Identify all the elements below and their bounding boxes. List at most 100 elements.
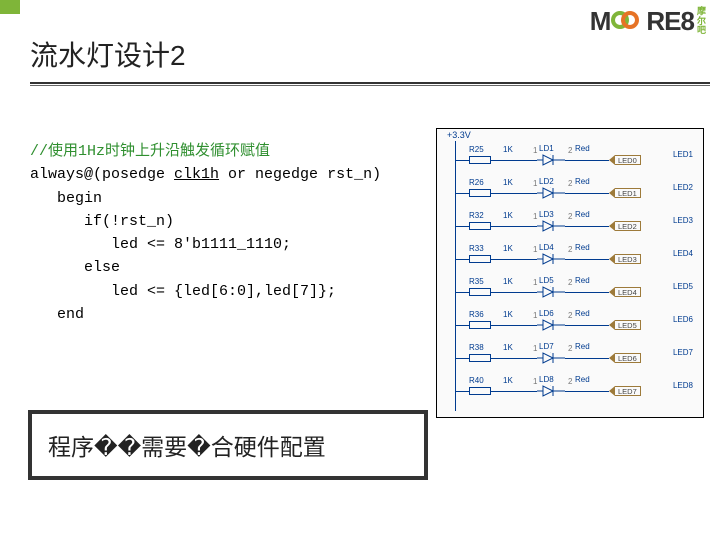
led-diode-icon xyxy=(537,286,565,298)
led-end-label: LED5 xyxy=(673,282,693,291)
resistor-label: R26 xyxy=(469,178,484,187)
net-label: LED4 xyxy=(609,287,641,297)
pin-2: 2 xyxy=(568,179,572,188)
logo-re8: RE8 xyxy=(646,6,694,37)
pin-2: 2 xyxy=(568,311,572,320)
diode-label: LD8 xyxy=(539,375,554,384)
led-diode-icon xyxy=(537,253,565,265)
resistor-label: R36 xyxy=(469,310,484,319)
net-label: LED1 xyxy=(609,188,641,198)
logo-rings xyxy=(611,9,645,35)
resistor xyxy=(469,222,491,230)
pin-2: 2 xyxy=(568,212,572,221)
red-label: Red xyxy=(575,276,590,285)
resistor-label: R25 xyxy=(469,145,484,154)
pin-2: 2 xyxy=(568,245,572,254)
title-rule-2 xyxy=(30,85,710,86)
code-line-7: end xyxy=(30,306,84,323)
led-diode-icon xyxy=(537,385,565,397)
resistor xyxy=(469,156,491,164)
title-rule-1 xyxy=(30,82,710,84)
code-line-1c: or negedge rst_n) xyxy=(219,166,381,183)
diode-label: LD5 xyxy=(539,276,554,285)
resistor-label: R32 xyxy=(469,211,484,220)
code-comment: //使用1Hz时钟上升沿触发循环赋值 xyxy=(30,143,270,160)
resistor-value: 1K xyxy=(503,145,513,154)
red-label: Red xyxy=(575,144,590,153)
pin-2: 2 xyxy=(568,146,572,155)
diode-label: LD4 xyxy=(539,243,554,252)
schematic-row: R381K1LD72RedLED6LED7 xyxy=(455,347,697,371)
net-label: LED3 xyxy=(609,254,641,264)
title-block: 流水灯设计2 xyxy=(30,34,720,86)
pin-2: 2 xyxy=(568,377,572,386)
resistor xyxy=(469,354,491,362)
net-label: LED2 xyxy=(609,221,641,231)
resistor xyxy=(469,321,491,329)
schematic-row: R401K1LD82RedLED7LED8 xyxy=(455,380,697,404)
code-line-1a: always@(posedge xyxy=(30,166,174,183)
schematic-row: R251K1LD12RedLED0LED1 xyxy=(455,149,697,173)
resistor xyxy=(469,255,491,263)
resistor-label: R35 xyxy=(469,277,484,286)
led-diode-icon xyxy=(537,154,565,166)
pin-2: 2 xyxy=(568,344,572,353)
diode-label: LD1 xyxy=(539,144,554,153)
resistor-label: R40 xyxy=(469,376,484,385)
callout-text: 程序��需要�合硬件配置 xyxy=(48,428,408,462)
red-label: Red xyxy=(575,309,590,318)
code-line-6: led <= {led[6:0],led[7]}; xyxy=(30,283,336,300)
diode-label: LD7 xyxy=(539,342,554,351)
code-block: //使用1Hz时钟上升沿触发循环赋值 always@(posedge clk1h… xyxy=(30,140,381,326)
schematic-row: R331K1LD42RedLED3LED4 xyxy=(455,248,697,272)
code-line-3: if(!rst_n) xyxy=(30,213,174,230)
resistor-label: R33 xyxy=(469,244,484,253)
resistor-label: R38 xyxy=(469,343,484,352)
red-label: Red xyxy=(575,375,590,384)
code-line-4: led <= 8'b1111_1110; xyxy=(30,236,291,253)
diode-label: LD2 xyxy=(539,177,554,186)
led-end-label: LED4 xyxy=(673,249,693,258)
led-end-label: LED8 xyxy=(673,381,693,390)
led-end-label: LED2 xyxy=(673,183,693,192)
led-diode-icon xyxy=(537,319,565,331)
pin-2: 2 xyxy=(568,278,572,287)
slide-title: 流水灯设计2 xyxy=(30,34,720,74)
callout-box: 程序��需要�合硬件配置 xyxy=(28,410,428,480)
logo: M RE8 摩 尔 吧 xyxy=(590,6,706,37)
led-end-label: LED6 xyxy=(673,315,693,324)
schematic-row: R321K1LD32RedLED2LED3 xyxy=(455,215,697,239)
resistor-value: 1K xyxy=(503,244,513,253)
resistor-value: 1K xyxy=(503,343,513,352)
led-diode-icon xyxy=(537,187,565,199)
led-diode-icon xyxy=(537,352,565,364)
resistor xyxy=(469,189,491,197)
code-clk: clk1h xyxy=(174,166,219,183)
resistor-value: 1K xyxy=(503,277,513,286)
red-label: Red xyxy=(575,342,590,351)
logo-m: M xyxy=(590,6,611,37)
net-label: LED5 xyxy=(609,320,641,330)
diode-label: LD3 xyxy=(539,210,554,219)
schematic-row: R361K1LD62RedLED5LED6 xyxy=(455,314,697,338)
logo-cn: 摩 尔 吧 xyxy=(697,7,706,35)
resistor xyxy=(469,288,491,296)
schematic: +3.3V R251K1LD12RedLED0LED1R261K1LD22Red… xyxy=(436,128,704,418)
red-label: Red xyxy=(575,210,590,219)
vcc-label: +3.3V xyxy=(447,130,471,140)
code-line-5: else xyxy=(30,259,120,276)
resistor-value: 1K xyxy=(503,211,513,220)
schematic-row: R261K1LD22RedLED1LED2 xyxy=(455,182,697,206)
schematic-row: R351K1LD52RedLED4LED5 xyxy=(455,281,697,305)
led-end-label: LED1 xyxy=(673,150,693,159)
code-line-2: begin xyxy=(30,190,102,207)
red-label: Red xyxy=(575,243,590,252)
accent-bar xyxy=(0,0,20,14)
red-label: Red xyxy=(575,177,590,186)
resistor-value: 1K xyxy=(503,178,513,187)
resistor-value: 1K xyxy=(503,376,513,385)
resistor xyxy=(469,387,491,395)
led-end-label: LED7 xyxy=(673,348,693,357)
led-end-label: LED3 xyxy=(673,216,693,225)
diode-label: LD6 xyxy=(539,309,554,318)
